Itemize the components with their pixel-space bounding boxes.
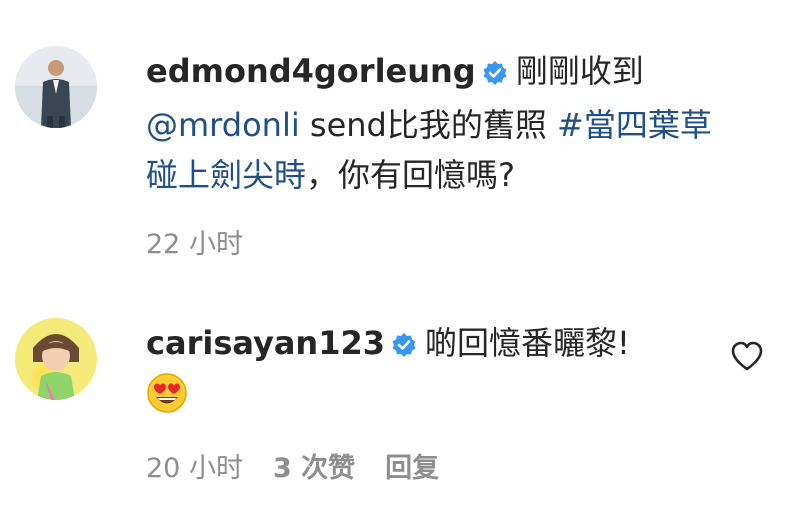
verified-badge-icon [482,50,508,100]
avatar[interactable] [15,46,97,128]
comment-body: carisayan123 啲回憶番曬黎! [146,318,706,428]
comment-text: 剛剛收到 [515,52,644,90]
heart-eyes-emoji [146,372,188,428]
heart-outline-icon[interactable] [730,340,764,376]
verified-badge-icon [391,322,417,372]
hashtag-link-continued[interactable]: 碰上劍尖時 [146,156,306,194]
timestamp: 20 小时 [146,453,243,484]
hashtag-link[interactable]: #當四葉草 [557,106,712,144]
timestamp: 22 小时 [146,229,243,260]
comment-username[interactable]: carisayan123 [146,324,385,362]
likes-count[interactable]: 3 次赞 [273,453,355,484]
comment-meta: 22 小时 [146,222,273,261]
comment-meta: 20 小时 3 次赞 回复 [146,446,469,485]
avatar[interactable] [15,318,97,400]
comment-text: ，你有回憶嗎? [306,156,516,194]
reply-button[interactable]: 回复 [385,453,439,484]
mention-link[interactable]: @mrdonli [146,106,300,144]
comment-text: 啲回憶番曬黎! [425,324,630,362]
comment-text: send比我的舊照 [309,106,547,144]
comment-username[interactable]: edmond4gorleung [146,52,476,90]
comment-body: edmond4gorleung 剛剛收到 @mrdonli send比我的舊照 #當… [146,46,776,200]
